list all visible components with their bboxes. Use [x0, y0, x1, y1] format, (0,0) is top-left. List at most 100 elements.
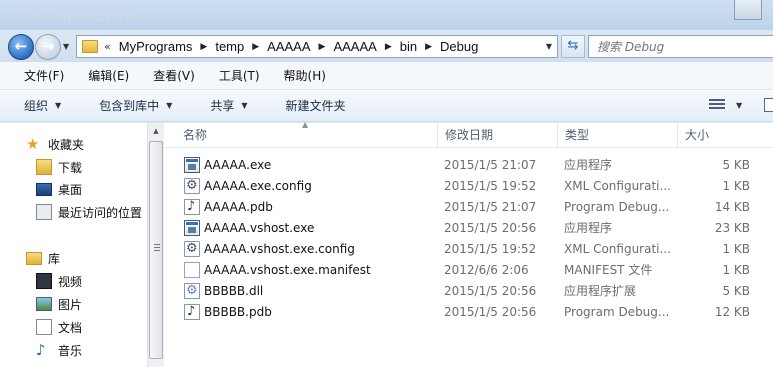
file-type: Program Debug... — [564, 305, 670, 319]
file-size: 5 KB — [722, 158, 750, 172]
config-icon — [184, 178, 200, 194]
title-bar: 小 - TopMostForm — [0, 0, 773, 30]
breadcrumb-label: temp — [215, 39, 245, 54]
sidebar-libraries[interactable]: 库 — [26, 247, 60, 269]
scroll-up-icon[interactable]: ▲ — [148, 123, 164, 140]
overflow-chevron-icon[interactable]: « — [104, 40, 111, 53]
folder-icon — [82, 40, 98, 53]
breadcrumb-label: AAAAA — [267, 39, 311, 54]
file-size: 14 KB — [714, 200, 750, 214]
breadcrumb-segment[interactable]: AAAAA ▶ — [325, 39, 391, 54]
file-row[interactable]: BBBBB.pdb 2015/1/5 20:56 Program Debug..… — [164, 302, 773, 323]
breadcrumb-segment[interactable]: temp ▶ — [207, 39, 259, 54]
file-name: AAAAA.exe.config — [204, 179, 312, 193]
sidebar-favorites[interactable]: ★ 收藏夹 — [26, 133, 84, 155]
include-in-library-label: 包含到库中 — [99, 99, 160, 113]
column-type[interactable]: 类型 — [558, 123, 678, 148]
file-size: 1 KB — [722, 179, 750, 193]
column-date-label: 修改日期 — [445, 128, 494, 142]
breadcrumb-arrow-icon[interactable]: ▶ — [200, 42, 207, 52]
document-icon — [184, 262, 200, 278]
sidebar-item-label: 图片 — [58, 297, 83, 312]
forward-button[interactable]: → — [35, 34, 61, 60]
file-row[interactable]: AAAAA.pdb 2015/1/5 21:07 Program Debug..… — [164, 197, 773, 218]
address-bar[interactable]: « MyPrograms ▶ temp ▶ AAAAA ▶ AAAAA ▶ bin ▶ D… — [76, 35, 558, 58]
address-row: ← → ▼ « MyPrograms ▶ temp ▶ AAAAA ▶ AAAAA ▶ … — [0, 30, 773, 62]
file-size: 1 KB — [722, 242, 750, 256]
back-button[interactable]: ← — [8, 34, 34, 60]
refresh-button[interactable]: ⇆ — [561, 35, 585, 58]
include-in-library-button[interactable]: 包含到库中 ▼ — [91, 97, 180, 114]
organize-label: 组织 — [24, 99, 49, 113]
column-size-label: 大小 — [685, 128, 710, 142]
menu-file[interactable]: 文件(F) — [18, 67, 70, 84]
config-icon — [184, 241, 200, 257]
menu-help[interactable]: 帮助(H) — [278, 67, 332, 84]
file-date: 2015/1/5 20:56 — [444, 221, 537, 235]
back-arrow-icon: ← — [14, 37, 28, 55]
file-row[interactable]: AAAAA.vshost.exe.config 2015/1/5 19:52 X… — [164, 239, 773, 260]
new-folder-button[interactable]: 新建文件夹 — [278, 97, 354, 114]
recent-pages-dropdown[interactable]: ▼ — [63, 42, 69, 51]
column-header-row: ▲ 名称 修改日期 类型 大小 — [164, 120, 773, 148]
file-type: 应用程序 — [564, 221, 613, 235]
file-size: 12 KB — [714, 305, 750, 319]
window-title: 小 - TopMostForm — [28, 11, 138, 24]
search-box[interactable] — [588, 35, 773, 58]
file-row[interactable]: BBBBB.dll 2015/1/5 20:56 应用程序扩展 5 KB — [164, 281, 773, 302]
file-date: 2015/1/5 19:52 — [444, 242, 537, 256]
file-row[interactable]: AAAAA.vshost.exe.manifest 2012/6/6 2:06 … — [164, 260, 773, 281]
file-list: ▲ 名称 修改日期 类型 大小 AAAAA.exe 2015/1/5 21:07… — [164, 120, 773, 367]
breadcrumb-arrow-icon[interactable]: ▶ — [252, 42, 259, 52]
file-name: AAAAA.vshost.exe.manifest — [204, 263, 371, 277]
file-row[interactable]: AAAAA.exe 2015/1/5 21:07 应用程序 5 KB — [164, 155, 773, 176]
share-button[interactable]: 共享 ▼ — [202, 97, 255, 114]
sidebar-item-videos[interactable]: 视频 — [36, 270, 82, 292]
menu-edit[interactable]: 编辑(E) — [82, 67, 135, 84]
preview-pane-icon[interactable] — [764, 98, 773, 112]
breadcrumb-label: AAAAA — [333, 39, 377, 54]
sidebar-item-downloads[interactable]: 下载 — [36, 156, 82, 178]
close-button[interactable] — [734, 0, 762, 20]
share-label: 共享 — [210, 99, 235, 113]
pdb-icon — [184, 304, 200, 320]
star-icon: ★ — [26, 135, 40, 153]
breadcrumb-arrow-icon[interactable]: ▶ — [319, 42, 326, 52]
file-type: MANIFEST 文件 — [564, 263, 653, 277]
navigation-scrollbar[interactable]: ▲ — [147, 123, 164, 367]
menu-tools[interactable]: 工具(T) — [213, 67, 266, 84]
desktop-icon — [36, 182, 52, 196]
column-name[interactable]: 名称 — [176, 123, 438, 148]
search-input[interactable] — [597, 37, 772, 57]
sidebar-item-label: 桌面 — [58, 182, 83, 197]
file-name: AAAAA.vshost.exe — [204, 221, 315, 235]
sidebar-item-recent-places[interactable]: 最近访问的位置 — [36, 201, 142, 223]
music-icon: ♪ — [36, 341, 46, 359]
view-options-icon[interactable] — [709, 99, 725, 111]
file-type: 应用程序 — [564, 158, 613, 172]
breadcrumb-segment[interactable]: MyPrograms ▶ — [111, 39, 208, 54]
breadcrumb-arrow-icon[interactable]: ▶ — [425, 42, 432, 52]
file-date: 2015/1/5 20:56 — [444, 305, 537, 319]
breadcrumb-segment[interactable]: Debug — [432, 39, 478, 54]
file-row[interactable]: AAAAA.exe.config 2015/1/5 19:52 XML Conf… — [164, 176, 773, 197]
scrollbar-thumb[interactable] — [149, 141, 163, 359]
column-date[interactable]: 修改日期 — [438, 123, 558, 148]
view-dropdown-icon[interactable]: ▼ — [736, 101, 742, 110]
sidebar-item-documents[interactable]: 文档 — [36, 316, 82, 338]
sidebar-item-desktop[interactable]: 桌面 — [36, 178, 82, 200]
breadcrumb-arrow-icon[interactable]: ▶ — [385, 42, 392, 52]
file-size: 23 KB — [714, 221, 750, 235]
file-row[interactable]: AAAAA.vshost.exe 2015/1/5 20:56 应用程序 23 … — [164, 218, 773, 239]
organize-button[interactable]: 组织 ▼ — [16, 97, 69, 114]
sidebar-item-music[interactable]: ♪ 音乐 — [36, 339, 82, 361]
file-type: Program Debug... — [564, 200, 670, 214]
address-dropdown-icon[interactable]: ▼ — [546, 42, 552, 51]
breadcrumb-label: Debug — [440, 39, 479, 54]
breadcrumb-segment[interactable]: bin ▶ — [392, 39, 432, 54]
sidebar-item-pictures[interactable]: 图片 — [36, 293, 82, 315]
recent-places-icon — [36, 204, 52, 220]
menu-view[interactable]: 查看(V) — [147, 67, 201, 84]
column-size[interactable]: 大小 — [678, 123, 773, 148]
breadcrumb-segment[interactable]: AAAAA ▶ — [259, 39, 325, 54]
